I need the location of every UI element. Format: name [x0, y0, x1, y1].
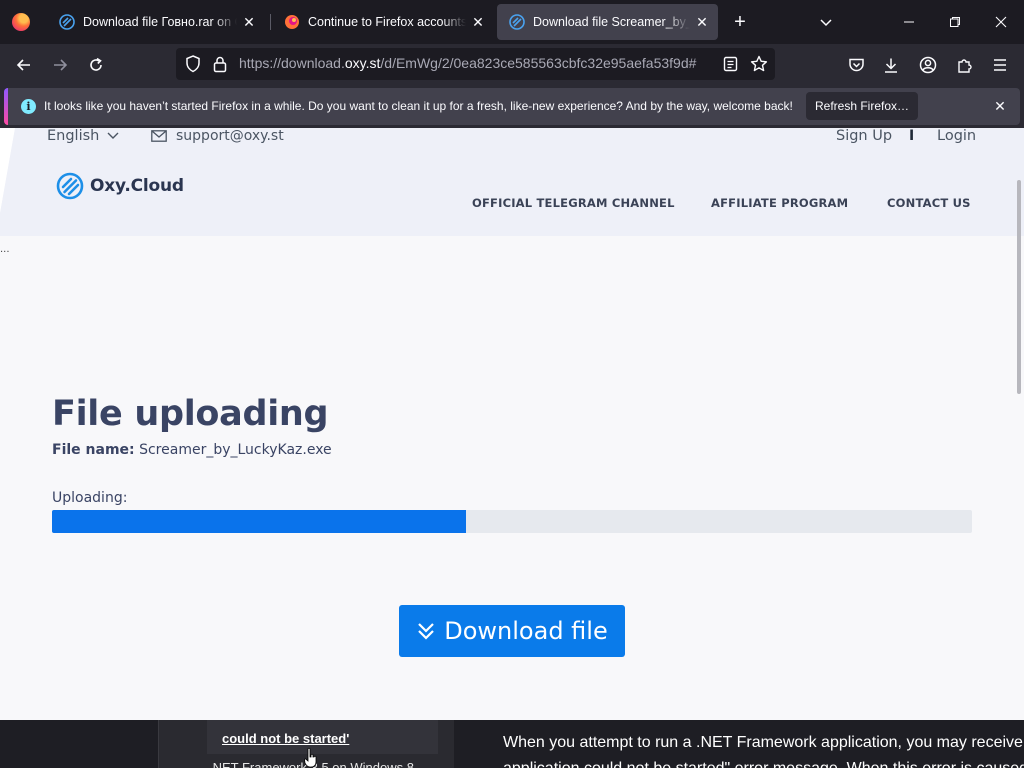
mail-icon [151, 130, 176, 142]
bookmark-star-icon[interactable] [750, 55, 768, 78]
reader-view-icon[interactable] [723, 56, 738, 77]
reload-icon [90, 57, 102, 71]
tab-close-icon[interactable]: ✕ [241, 14, 257, 30]
page-content: English support@oxy.st Sign Up I Login O… [0, 128, 1024, 720]
nav-affiliate-program[interactable]: AFFILIATE PROGRAM [711, 196, 848, 210]
article-text-line-2: application could not be started" error … [503, 760, 1024, 768]
article-link[interactable]: could not be started' [222, 731, 349, 746]
firefox-favicon-icon [284, 14, 300, 30]
extensions-button[interactable] [951, 52, 977, 78]
new-tab-button[interactable]: + [728, 10, 752, 34]
menu-icon [994, 59, 1006, 71]
close-icon [995, 16, 1007, 28]
lock-icon[interactable] [212, 55, 228, 78]
close-window-button[interactable] [978, 0, 1024, 44]
file-name-label: File name: [52, 442, 135, 458]
back-button[interactable] [11, 52, 37, 78]
logo-text: Oxy.Cloud [90, 176, 184, 196]
tab-3-active[interactable]: Download file Screamer_by_Luc ✕ [497, 4, 718, 40]
tab-bar: Download file Говно.rar on Oxy ✕ Continu… [0, 0, 1024, 44]
info-icon: i [21, 99, 36, 114]
support-email: support@oxy.st [176, 128, 284, 144]
downloads-button[interactable] [878, 52, 904, 78]
notification-message: It looks like you haven’t started Firefo… [44, 99, 793, 113]
chevron-down-icon [820, 19, 832, 27]
tab-2[interactable]: Continue to Firefox accounts ✕ [272, 4, 494, 40]
tab-close-icon[interactable]: ✕ [470, 14, 486, 30]
hand-cursor-icon [304, 747, 318, 768]
support-email-link[interactable]: support@oxy.st [151, 128, 284, 144]
reload-button[interactable] [83, 52, 109, 78]
tab-1[interactable]: Download file Говно.rar on Oxy ✕ [47, 4, 265, 40]
nav-telegram-channel[interactable]: OFFICIAL TELEGRAM CHANNEL [472, 196, 675, 210]
restore-button[interactable] [932, 0, 978, 44]
forward-icon [54, 59, 68, 71]
tab-separator [270, 14, 271, 30]
ellipsis-text: ... [0, 244, 10, 255]
file-name-row: File name: Screamer_by_LuckyKaz.exe [52, 442, 332, 458]
tab-title: Download file Screamer_by_Luc [533, 15, 690, 29]
article-text-line-1: When you attempt to run a .NET Framework… [503, 734, 1024, 751]
double-chevron-down-icon [416, 621, 436, 641]
page-scrollbar[interactable] [1017, 180, 1021, 394]
upload-progress-fill [52, 510, 466, 533]
url-text[interactable]: https://download.oxy.st/d/EmWg/2/0ea823c… [239, 55, 709, 71]
login-link[interactable]: Login [937, 128, 976, 144]
app-menu-button[interactable] [987, 52, 1013, 78]
site-header: English support@oxy.st Sign Up I Login O… [0, 128, 1024, 236]
extensions-icon [957, 58, 972, 73]
refresh-firefox-button[interactable]: Refresh Firefox… [806, 92, 918, 120]
underlying-page: could not be started' .NET Framework 3.5… [0, 720, 1024, 768]
shield-icon[interactable] [185, 55, 201, 78]
pocket-button[interactable] [843, 52, 869, 78]
forward-button[interactable] [47, 52, 73, 78]
page-title: File uploading [52, 394, 329, 434]
firefox-logo-icon[interactable] [0, 0, 42, 44]
upload-progress-bar [52, 510, 972, 533]
download-button-label: Download file [444, 617, 608, 645]
uploading-label: Uploading: [52, 490, 128, 506]
notification-bar: i It looks like you haven’t started Fire… [0, 84, 1024, 128]
oxy-favicon-icon [509, 14, 525, 30]
language-label: English [47, 128, 100, 144]
restore-icon [950, 17, 960, 27]
site-logo[interactable]: Oxy.Cloud [56, 172, 184, 200]
auth-separator: I [909, 128, 915, 144]
file-name-value: Screamer_by_LuckyKaz.exe [139, 442, 332, 458]
tab-title: Download file Говно.rar on Oxy [83, 15, 237, 29]
list-all-tabs-button[interactable] [814, 10, 838, 34]
tab-close-icon[interactable]: ✕ [694, 14, 710, 30]
pocket-icon [848, 58, 864, 72]
language-selector[interactable]: English [47, 128, 119, 144]
chevron-down-icon [107, 130, 119, 143]
oxy-favicon-icon [59, 14, 75, 30]
sign-up-link[interactable]: Sign Up [836, 128, 892, 144]
nav-contact-us[interactable]: CONTACT US [887, 196, 971, 210]
oxy-cloud-logo-icon [56, 172, 84, 200]
minimize-icon [904, 21, 914, 23]
download-file-button[interactable]: Download file [399, 605, 625, 657]
back-icon [16, 59, 30, 71]
account-button[interactable] [915, 52, 941, 78]
notification-close-icon[interactable]: ✕ [990, 96, 1010, 116]
navigation-toolbar: https://download.oxy.st/d/EmWg/2/0ea823c… [0, 44, 1024, 84]
account-icon [919, 56, 937, 74]
notification-box: i It looks like you haven’t started Fire… [4, 88, 1020, 125]
tab-title: Continue to Firefox accounts [308, 15, 466, 29]
downloads-icon [885, 58, 897, 73]
url-bar[interactable]: https://download.oxy.st/d/EmWg/2/0ea823c… [176, 48, 775, 80]
minimize-button[interactable] [886, 0, 932, 44]
